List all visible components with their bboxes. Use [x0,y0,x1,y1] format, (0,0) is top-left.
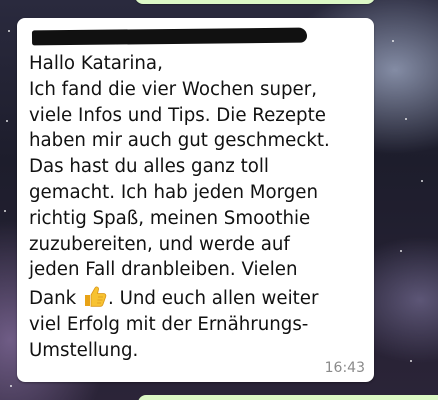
incoming-message-bubble[interactable]: Hallo Katarina, Ich fand die vier Wochen… [17,18,374,382]
wallpaper-star [400,250,402,252]
wallpaper-star [421,180,423,182]
wallpaper-star [392,40,394,42]
thumbs-up-icon [85,286,107,307]
previous-outgoing-message[interactable] [135,0,375,4]
wallpaper-star [8,30,10,32]
next-outgoing-message[interactable] [138,395,438,400]
wallpaper-star [410,360,412,362]
wallpaper-star [10,385,12,387]
redacted-sender-name [31,27,308,46]
wallpaper-star [6,120,8,122]
message-text-part-1: Hallo Katarina, Ich fand die vier Wochen… [29,53,330,310]
message-timestamp: 16:43 [324,360,365,376]
message-text: Hallo Katarina, Ich fand die vier Wochen… [29,51,369,364]
wallpaper-star [405,118,407,120]
wallpaper-star [4,210,6,212]
